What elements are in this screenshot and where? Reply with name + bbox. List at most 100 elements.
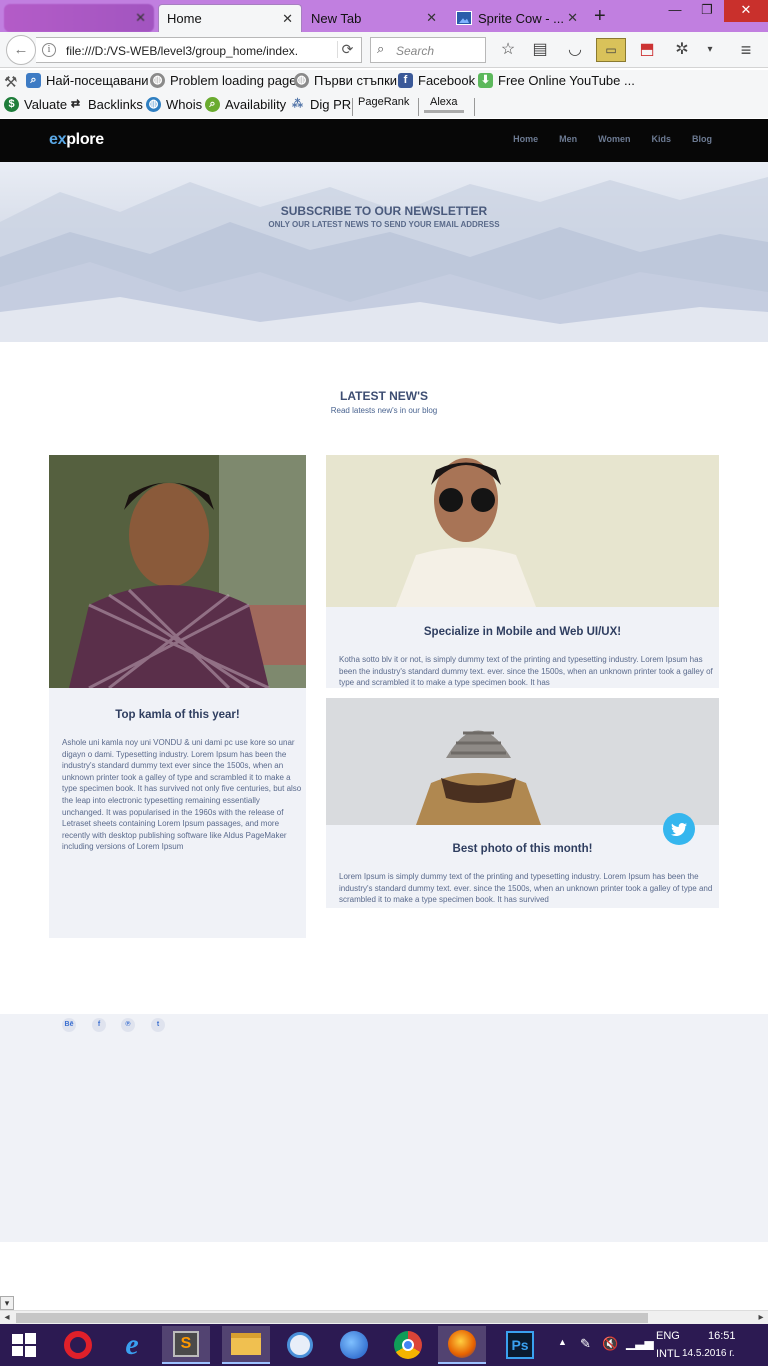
facebook-icon[interactable]: f	[92, 1018, 106, 1032]
info-icon[interactable]: i	[42, 43, 56, 57]
pagerank-widget[interactable]: PageRank	[358, 96, 409, 108]
tab-blurred[interactable]: ✕	[4, 4, 154, 32]
scrollbar-thumb[interactable]	[16, 1313, 648, 1323]
alexa-widget[interactable]: Alexa	[430, 96, 458, 108]
bookmark-whois[interactable]: ◍ Whois	[146, 97, 202, 112]
tab-sprite-cow[interactable]: Sprite Cow - ... ✕	[448, 4, 586, 32]
tab-new-tab[interactable]: New Tab ✕	[303, 4, 445, 32]
signal-icon[interactable]: ▁▃▅	[626, 1336, 654, 1350]
clock-time[interactable]: 16:51	[708, 1330, 736, 1342]
twitter-icon[interactable]: t	[151, 1018, 165, 1032]
bookmark-label: Free Online YouTube ...	[498, 73, 635, 88]
site-logo[interactable]: explore	[49, 131, 104, 149]
volume-muted-icon[interactable]: 🔇	[602, 1336, 618, 1352]
bookmark-label: Whois	[166, 97, 203, 112]
url-text[interactable]: file:///D:/VS-WEB/level3/group_home/inde…	[66, 44, 334, 58]
download-status-icon[interactable]: ⬒	[637, 40, 657, 60]
taskbar-internet-explorer[interactable]: e	[108, 1326, 156, 1364]
alexa-rank-bar	[424, 110, 464, 113]
clock-date[interactable]: 14.5.2016 г.	[682, 1348, 734, 1359]
nav-blog[interactable]: Blog	[692, 134, 712, 144]
web-page-viewport: explore Home Men Women Kids Blog SUBSCRI…	[0, 119, 768, 1310]
minimize-button[interactable]: —	[660, 0, 690, 22]
globe-icon: ◍	[150, 73, 165, 88]
taskbar-photoshop[interactable]: Ps	[496, 1326, 544, 1364]
keyboard-layout[interactable]: INTL	[656, 1348, 680, 1360]
bookmark-facebook[interactable]: f Facebook	[398, 73, 475, 88]
search-placeholder: Search	[396, 44, 435, 58]
pinterest-icon[interactable]: ℗	[121, 1018, 135, 1032]
bookmark-most-visited[interactable]: ⌕ Най-посещавани	[26, 73, 149, 88]
nav-kids[interactable]: Kids	[651, 134, 671, 144]
card-title[interactable]: Specialize in Mobile and Web UI/UX!	[326, 626, 719, 638]
language-code[interactable]: ENG	[656, 1330, 680, 1342]
window-close-button[interactable]: ✕	[724, 0, 768, 22]
restore-button[interactable]: ❐	[692, 0, 722, 22]
menu-icon[interactable]: ≡	[736, 40, 756, 60]
scroll-down-button[interactable]: ▾	[0, 1296, 14, 1310]
search-input[interactable]: ⌕ Search	[370, 37, 486, 63]
taskbar-firefox-dev[interactable]	[330, 1326, 378, 1364]
navigation-toolbar: ← i file:///D:/VS-WEB/level3/group_home/…	[0, 32, 768, 68]
card-text: Lorem Ipsum is simply dummy text of the …	[339, 872, 713, 905]
nav-home[interactable]: Home	[513, 134, 538, 144]
bookmark-label: Facebook	[418, 73, 476, 88]
blog-card[interactable]: Top kamla of this year! Ashole uni kamla…	[49, 455, 306, 938]
pocket-icon[interactable]: ◡	[565, 40, 585, 60]
start-button[interactable]	[0, 1326, 48, 1364]
close-icon[interactable]: ✕	[567, 10, 578, 26]
nav-men[interactable]: Men	[559, 134, 577, 144]
blog-card[interactable]: Best photo of this month! Lorem Ipsum is…	[326, 698, 719, 908]
tab-label: Home	[167, 11, 202, 26]
wrench-icon[interactable]: ⚒	[4, 73, 17, 91]
taskbar-sublime[interactable]: S	[162, 1326, 210, 1364]
dropdown-icon[interactable]: ▾	[700, 40, 720, 60]
latest-news-title: LATEST NEW'S	[340, 389, 428, 403]
blog-card[interactable]: Specialize in Mobile and Web UI/UX! Koth…	[326, 455, 719, 688]
bookmark-backlinks[interactable]: ⇄ Backlinks	[68, 97, 143, 112]
ruler-extension-icon[interactable]: ▭	[596, 38, 626, 62]
card-text: Ashole uni kamla noy uni VONDU & uni dam…	[62, 738, 302, 852]
tray-overflow-icon[interactable]: ▲	[558, 1337, 567, 1347]
twitter-share-button[interactable]	[663, 813, 695, 845]
bookmark-first-steps[interactable]: ◍ Първи стъпки	[294, 73, 397, 88]
bookmark-label: Availability	[225, 97, 287, 112]
taskbar-safari[interactable]	[276, 1326, 324, 1364]
taskbar-file-explorer[interactable]	[222, 1326, 270, 1364]
search-icon: ⌕	[205, 97, 220, 112]
horizontal-scrollbar[interactable]: ◂ ▸	[0, 1310, 768, 1324]
reload-icon[interactable]: ⟳	[337, 41, 357, 58]
close-icon[interactable]: ✕	[135, 10, 146, 26]
bookmark-dig-pr[interactable]: ⁂ Dig PR	[290, 97, 351, 112]
bookmark-label: Dig PR	[310, 97, 352, 112]
taskbar-firefox[interactable]	[438, 1326, 486, 1364]
reading-list-icon[interactable]: ▤	[530, 40, 550, 60]
taskbar-opera[interactable]	[54, 1326, 102, 1364]
tab-home[interactable]: Home ✕	[158, 4, 302, 32]
card-title[interactable]: Best photo of this month!	[326, 843, 719, 855]
back-button[interactable]: ←	[6, 35, 36, 65]
dollar-icon: $	[4, 97, 19, 112]
newsletter-hero: SUBSCRIBE TO OUR NEWSLETTER ONLY OUR LAT…	[0, 162, 768, 342]
nav-women[interactable]: Women	[598, 134, 630, 144]
main-nav: Home Men Women Kids Blog	[513, 134, 712, 144]
swap-arrows-icon: ⇄	[70, 98, 81, 110]
taskbar-chrome[interactable]	[384, 1326, 432, 1364]
bookmark-problem-loading[interactable]: ◍ Problem loading page	[150, 73, 296, 88]
behance-icon[interactable]: Bē	[62, 1018, 76, 1032]
scroll-right-arrow-icon[interactable]: ▸	[754, 1311, 768, 1325]
scroll-left-arrow-icon[interactable]: ◂	[0, 1311, 14, 1325]
close-icon[interactable]: ✕	[426, 10, 437, 26]
bookmark-availability[interactable]: ⌕ Availability	[205, 97, 286, 112]
bookmark-label: Alexa	[430, 96, 458, 108]
network-status-icon[interactable]: ✎	[580, 1336, 591, 1352]
card-title[interactable]: Top kamla of this year!	[49, 709, 306, 721]
bookmark-valuate[interactable]: $ Valuate	[4, 97, 67, 112]
star-icon[interactable]: ☆	[498, 40, 518, 60]
close-icon[interactable]: ✕	[282, 11, 293, 27]
back-arrow-icon: ←	[13, 41, 29, 58]
address-bar[interactable]: i file:///D:/VS-WEB/level3/group_home/in…	[36, 37, 362, 63]
bookmark-youtube[interactable]: ⬇ Free Online YouTube ...	[478, 73, 635, 88]
firebug-icon[interactable]: ✲	[672, 40, 692, 60]
new-tab-button[interactable]: +	[594, 6, 606, 26]
